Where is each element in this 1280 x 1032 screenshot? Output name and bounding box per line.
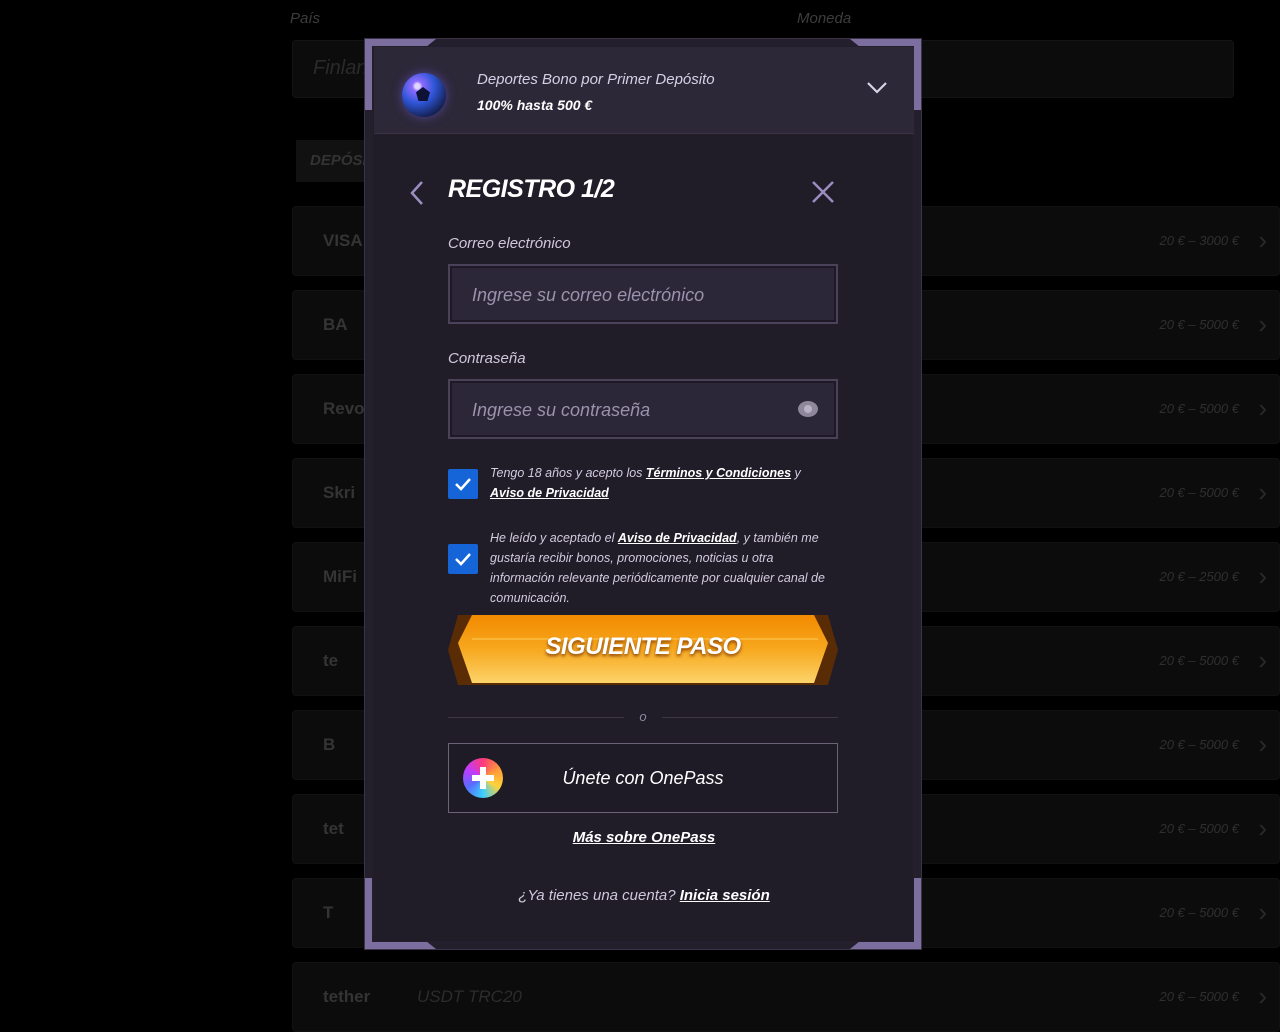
chevron-right-icon: › — [1258, 645, 1267, 675]
next-step-button[interactable]: SIGUIENTE PASO — [448, 613, 838, 687]
marketing-text: He leído y aceptado el Aviso de Privacid… — [490, 528, 840, 608]
checkmark-icon — [455, 553, 471, 566]
payment-range: 20 € – 5000 € — [1159, 653, 1239, 668]
soccer-ball-icon — [402, 73, 446, 117]
payment-logo: te — [323, 651, 339, 670]
privacy-link[interactable]: Aviso de Privacidad — [490, 486, 609, 500]
payment-range: 20 € – 5000 € — [1159, 485, 1239, 500]
payment-logo: Skri — [323, 483, 356, 502]
login-link[interactable]: Inicia sesión — [680, 887, 770, 904]
payment-logo: tether — [323, 987, 371, 1006]
chevron-right-icon: › — [1258, 897, 1267, 927]
payment-logo: MiFi — [323, 567, 357, 586]
marketing-prefix: He leído y aceptado el — [490, 531, 618, 545]
show-password-eye-icon[interactable] — [798, 401, 818, 417]
marketing-privacy-link[interactable]: Aviso de Privacidad — [618, 531, 737, 545]
terms-mid: y — [791, 466, 801, 480]
or-separator: o — [639, 709, 647, 724]
login-prompt-text: ¿Ya tienes una cuenta? — [518, 887, 680, 904]
country-label: País — [290, 10, 321, 27]
chevron-right-icon: › — [1258, 225, 1267, 255]
chevron-right-icon: › — [1258, 813, 1267, 843]
terms-prefix: Tengo 18 años y acepto los — [490, 466, 646, 480]
chevron-down-icon[interactable] — [866, 79, 888, 95]
payment-range: 20 € – 3000 € — [1159, 233, 1239, 248]
payment-logo: B — [323, 735, 336, 754]
terms-checkbox[interactable] — [448, 469, 478, 499]
payment-logo: T — [323, 903, 334, 922]
modal-title: REGISTRO 1/2 — [448, 175, 615, 203]
chevron-right-icon: › — [1258, 561, 1267, 591]
payment-name: USDT TRC20 — [417, 987, 522, 1006]
chevron-right-icon: › — [1258, 393, 1267, 423]
chevron-right-icon: › — [1258, 981, 1267, 1011]
login-prompt: ¿Ya tienes una cuenta? Inicia sesión — [365, 887, 923, 904]
payment-range: 20 € – 5000 € — [1159, 989, 1239, 1004]
email-input[interactable] — [470, 266, 794, 324]
password-label: Contraseña — [448, 350, 526, 367]
payment-range: 20 € – 2500 € — [1159, 569, 1239, 584]
currency-label: Moneda — [797, 10, 852, 27]
marketing-checkbox[interactable] — [448, 544, 478, 574]
payment-range: 20 € – 5000 € — [1159, 317, 1239, 332]
onepass-button[interactable]: Únete con OnePass — [448, 743, 838, 813]
payment-logo: VISA — [323, 231, 363, 250]
chevron-right-icon: › — [1258, 729, 1267, 759]
divider-line — [448, 717, 624, 718]
next-step-label: SIGUIENTE PASO — [545, 633, 741, 660]
onepass-label: Únete con OnePass — [562, 768, 724, 788]
password-input[interactable] — [470, 381, 794, 439]
back-arrow-icon[interactable] — [409, 180, 425, 206]
password-field-wrapper — [448, 379, 838, 439]
payment-range: 20 € – 5000 € — [1159, 737, 1239, 752]
email-label: Correo electrónico — [448, 235, 571, 252]
close-icon[interactable] — [811, 180, 835, 204]
bonus-title: Deportes Bono por Primer Depósito — [477, 71, 715, 88]
payment-range: 20 € – 5000 € — [1159, 401, 1239, 416]
email-field-wrapper — [448, 264, 838, 324]
divider-line — [662, 717, 838, 718]
payment-logo: BA — [323, 315, 348, 334]
payment-method-row[interactable]: tether USDT TRC20 20 € – 5000 € › — [292, 962, 1280, 1032]
checkmark-icon — [455, 478, 471, 491]
terms-link[interactable]: Términos y Condiciones — [646, 466, 791, 480]
payment-logo: Revo — [323, 399, 365, 418]
tab-deposit[interactable]: DEPÓSIT — [296, 140, 376, 182]
payment-logo: tet — [323, 819, 344, 838]
terms-text: Tengo 18 años y acepto los Términos y Co… — [490, 463, 840, 503]
bonus-subtitle: 100% hasta 500 € — [477, 97, 593, 113]
chevron-right-icon: › — [1258, 477, 1267, 507]
payment-range: 20 € – 5000 € — [1159, 905, 1239, 920]
onepass-more-link[interactable]: Más sobre OnePass — [365, 829, 923, 846]
payment-range: 20 € – 5000 € — [1159, 821, 1239, 836]
registration-modal: Deportes Bono por Primer Depósito 100% h… — [364, 38, 922, 950]
bonus-selector[interactable]: Deportes Bono por Primer Depósito 100% h… — [374, 47, 914, 134]
chevron-right-icon: › — [1258, 309, 1267, 339]
